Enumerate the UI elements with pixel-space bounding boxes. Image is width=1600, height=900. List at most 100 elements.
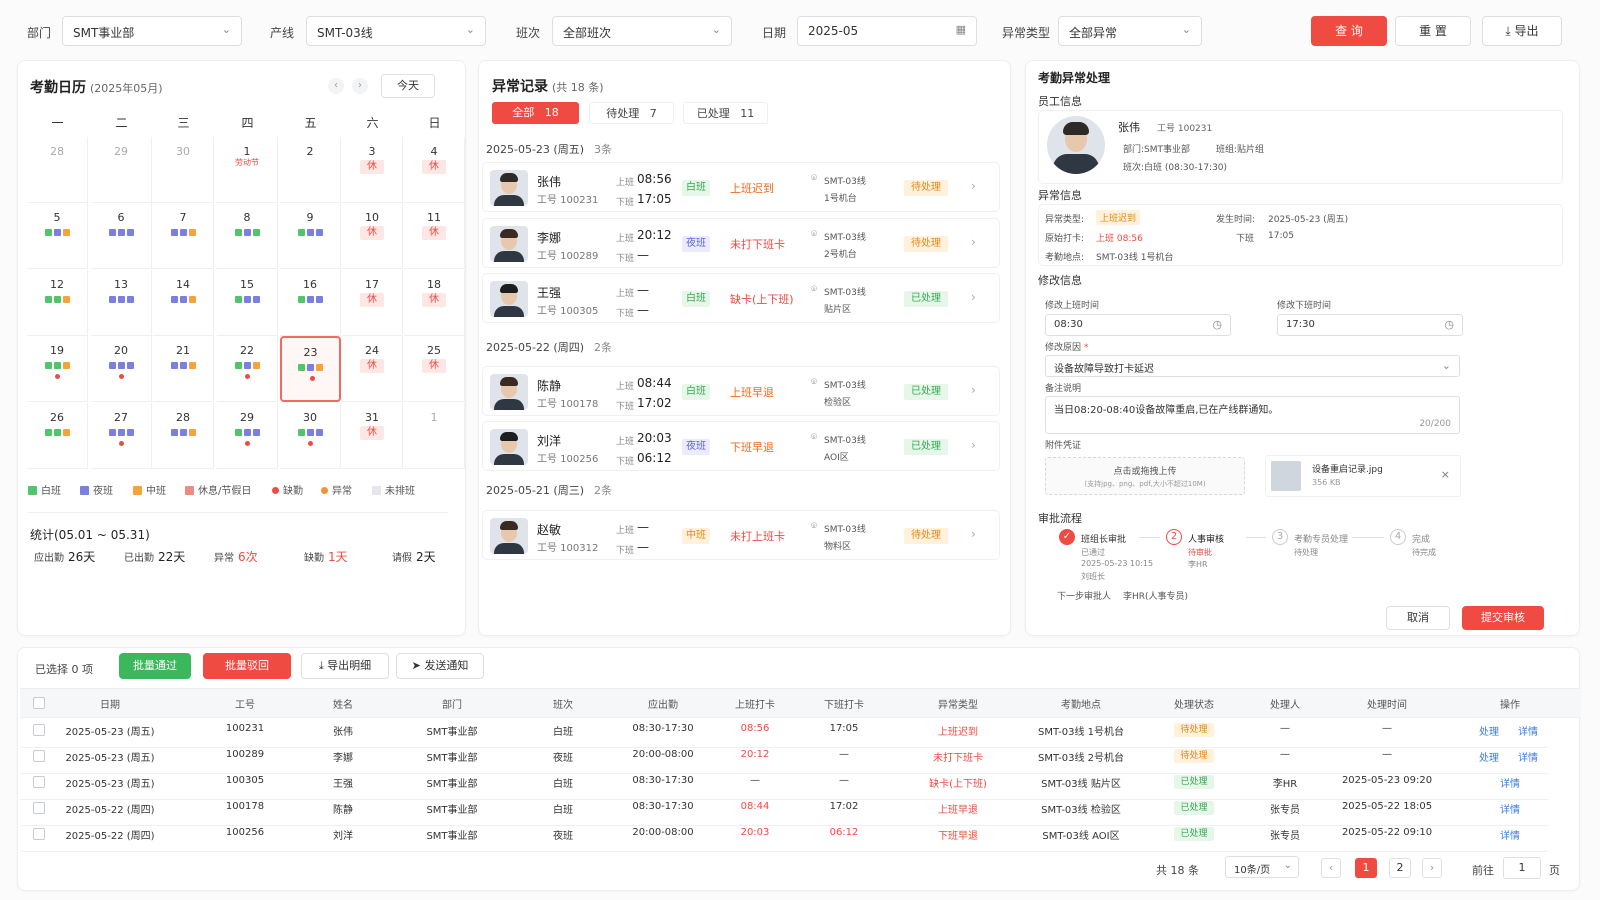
table-cell: 17:02	[829, 801, 859, 812]
calendar-day[interactable]: 29	[91, 137, 152, 203]
upload-hint: (支持jpg、png、pdf,大小不超过10M)	[1084, 480, 1206, 488]
calendar-day[interactable]: 4休	[404, 137, 465, 203]
calendar-day[interactable]: 15	[217, 270, 278, 336]
calendar-day[interactable]: 31 休	[342, 403, 403, 469]
calendar-day[interactable]: 29	[217, 403, 278, 469]
row-checkbox[interactable]	[33, 828, 45, 840]
calendar-day[interactable]: 5	[27, 203, 88, 269]
attachment-file[interactable]: 设备重启记录.jpg 356 KB ×	[1265, 455, 1461, 497]
calendar-day[interactable]: 12	[27, 270, 88, 336]
prev-month-icon[interactable]: ‹	[328, 78, 344, 94]
calendar-day[interactable]: 16	[280, 270, 341, 336]
batch-approve-button[interactable]: 批量通过	[119, 653, 191, 679]
calendar-day[interactable]: 23	[280, 336, 341, 402]
legend-item: 中班	[133, 482, 166, 497]
remove-file-icon[interactable]: ×	[1441, 468, 1450, 481]
line-select[interactable]: SMT-03线 ⌄	[306, 16, 486, 46]
cancel-button[interactable]: 取消	[1386, 606, 1450, 630]
upload-dropzone[interactable]: 点击或拖拽上传 (支持jpg、png、pdf,大小不超过10M)	[1045, 457, 1245, 495]
next-page-icon[interactable]: ›	[1422, 858, 1442, 878]
stat-label: 应出勤	[34, 553, 64, 564]
export-detail-button[interactable]: ⤓ 导出明细	[301, 653, 389, 679]
handle-link[interactable]: 处理	[1474, 749, 1504, 764]
dept-select[interactable]: SMT事业部 ⌄	[62, 16, 242, 46]
calendar-day[interactable]: 14	[153, 270, 214, 336]
page-1-button[interactable]: 1	[1355, 858, 1377, 878]
send-notify-button[interactable]: ➤ 发送通知	[396, 653, 484, 679]
row-checkbox[interactable]	[33, 776, 45, 788]
prev-page-icon[interactable]: ‹	[1321, 858, 1341, 878]
calendar-day[interactable]: 13	[91, 270, 152, 336]
tab-processed[interactable]: 已处理 11	[683, 102, 768, 124]
calendar-day[interactable]: 24 休	[342, 336, 403, 402]
approval-step-circle: 3	[1272, 529, 1288, 545]
date-picker[interactable]: 2025-05 ▦	[797, 16, 977, 46]
calendar-day[interactable]: 26	[27, 403, 88, 469]
batch-reject-button[interactable]: 批量驳回	[203, 653, 291, 679]
record-card[interactable]: 张伟 工号 100231 上班 08:56 下班 17:05 白班 上班迟到 ⌾ SMT-03线 1…	[482, 162, 1000, 212]
date-label: 日期	[762, 26, 787, 40]
record-card[interactable]: 赵敏 工号 100312 上班 — 下班 — 中班 未打上班卡 ⌾ SMT-03线 物料区 待处理 ›	[482, 510, 1000, 560]
record-card[interactable]: 刘洋 工号 100256 上班 20:03 下班 06:12 夜班 下班早退 ⌾ SMT-03线 A…	[482, 421, 1000, 471]
calendar-title: 考勤日历 (2025年05月)	[30, 77, 163, 97]
calendar-day[interactable]: 19	[27, 336, 88, 402]
approval-step-status: 待完成	[1412, 548, 1436, 557]
row-checkbox[interactable]	[33, 802, 45, 814]
today-button[interactable]: 今天	[381, 74, 435, 98]
calendar-day[interactable]: 27	[91, 403, 152, 469]
detail-link[interactable]: 详情	[1495, 827, 1525, 842]
calendar-day[interactable]: 2	[280, 137, 341, 203]
mod-on-input[interactable]: 08:30 ◷	[1045, 314, 1231, 336]
tab-all-count: 18	[544, 106, 559, 119]
detail-link[interactable]: 详情	[1513, 723, 1543, 738]
calendar-day[interactable]: 11 休	[404, 203, 465, 269]
tab-all[interactable]: 全部 18	[492, 102, 579, 124]
calendar-day[interactable]: 3休	[342, 137, 403, 203]
detail-link[interactable]: 详情	[1513, 749, 1543, 764]
shift-markers	[153, 362, 213, 369]
row-checkbox[interactable]	[33, 724, 45, 736]
tab-pending[interactable]: 待处理 7	[589, 102, 674, 124]
app-root: 部门 SMT事业部 ⌄ 产线 SMT-03线 ⌄ 班次 全部班次 ⌄ 日期 2025-…	[0, 0, 1600, 900]
type-select[interactable]: 全部异常 ⌄	[1058, 16, 1202, 46]
calendar-day[interactable]: 17 休	[342, 270, 403, 336]
export-button[interactable]: ⤓ 导出	[1482, 16, 1562, 46]
page-jump-input[interactable]: 1	[1503, 857, 1541, 879]
record-card[interactable]: 王强 工号 100305 上班 — 下班 — 白班 缺卡(上下班) ⌾ SMT-03线 贴片区 已处理…	[482, 273, 1000, 323]
mod-off-input[interactable]: 17:30 ◷	[1277, 314, 1463, 336]
next-month-icon[interactable]: ›	[352, 78, 368, 94]
calendar-day[interactable]: 1 劳动节	[217, 137, 278, 203]
submit-button[interactable]: 提交审核	[1462, 606, 1544, 630]
record-card[interactable]: 李娜 工号 100289 上班 20:12 下班 — 夜班 未打下班卡 ⌾ SMT-03线 2号机台…	[482, 218, 1000, 268]
detail-link[interactable]: 详情	[1495, 801, 1525, 816]
reset-button[interactable]: 重 置	[1395, 16, 1471, 46]
calendar-day[interactable]: 28	[153, 403, 214, 469]
reason-select[interactable]: 设备故障导致打卡延迟 ⌄	[1045, 355, 1460, 377]
handle-link[interactable]: 处理	[1474, 723, 1504, 738]
group-date-text: 2025-05-22 (周四)	[486, 341, 585, 354]
select-all-checkbox[interactable]	[33, 697, 45, 709]
calendar-day[interactable]: 6	[91, 203, 152, 269]
calendar-day[interactable]: 8	[217, 203, 278, 269]
record-card[interactable]: 陈静 工号 100178 上班 08:44 下班 17:02 白班 上班早退 ⌾ SMT-03线检…	[482, 366, 1000, 416]
calendar-day[interactable]: 21	[153, 336, 214, 402]
calendar-day[interactable]: 30	[153, 137, 214, 203]
shift-select[interactable]: 全部班次 ⌄	[552, 16, 732, 46]
avatar	[490, 374, 528, 410]
calendar-day[interactable]: 28	[27, 137, 88, 203]
query-button[interactable]: 查 询	[1311, 16, 1387, 46]
calendar-day[interactable]: 18 休	[404, 270, 465, 336]
calendar-day[interactable]: 7	[153, 203, 214, 269]
calendar-day[interactable]: 25 休	[404, 336, 465, 402]
page-2-button[interactable]: 2	[1389, 858, 1411, 878]
calendar-day[interactable]: 30	[280, 403, 341, 469]
calendar-day[interactable]: 20	[91, 336, 152, 402]
calendar-day[interactable]: 10 休	[342, 203, 403, 269]
row-checkbox[interactable]	[33, 750, 45, 762]
remark-textarea[interactable]: 当日08:20-08:40设备故障重启,已在产线群通知。 20/200	[1045, 396, 1460, 434]
calendar-day[interactable]: 22	[217, 336, 278, 402]
detail-link[interactable]: 详情	[1495, 775, 1525, 790]
calendar-day[interactable]: 1	[404, 403, 465, 469]
page-size-select[interactable]: 10条/页 ⌄	[1225, 856, 1299, 878]
calendar-day[interactable]: 9	[280, 203, 341, 269]
